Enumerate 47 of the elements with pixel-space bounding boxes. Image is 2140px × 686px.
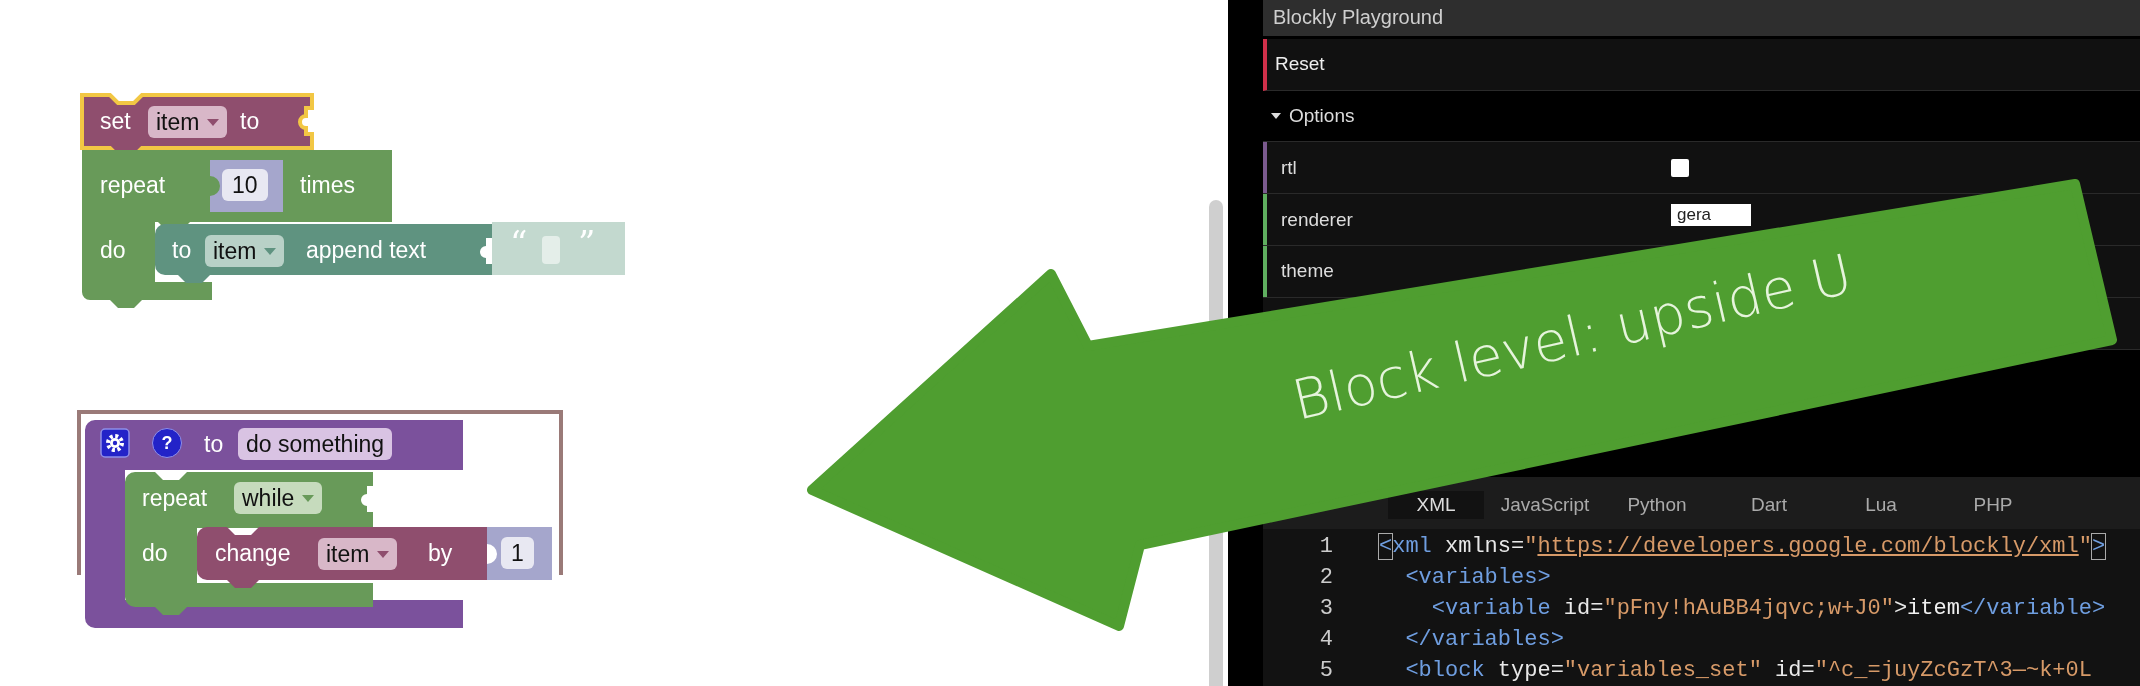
number-field[interactable]: 1 xyxy=(501,537,534,569)
line-number: 2 xyxy=(1318,564,1333,590)
block-label: do xyxy=(100,236,126,265)
code-line: </variables> xyxy=(1404,626,1564,652)
block-label: times xyxy=(300,171,355,200)
option-label: renderer xyxy=(1281,208,1354,231)
panel-title: Blockly Playground xyxy=(1263,0,2140,36)
checkbox[interactable] xyxy=(1671,158,1689,177)
variable-dropdown[interactable]: item xyxy=(205,235,285,267)
text-field[interactable] xyxy=(542,236,560,264)
options-label: Options xyxy=(1289,105,1355,128)
caret-icon xyxy=(377,550,390,558)
gear-icon[interactable] xyxy=(100,428,130,458)
select-field[interactable]: gera xyxy=(1671,204,1751,227)
reset-button[interactable]: Reset xyxy=(1263,38,2140,91)
quote-mark: ” xyxy=(578,228,596,258)
block-label: append text xyxy=(306,236,427,265)
number-field[interactable]: 10 xyxy=(222,169,268,201)
code-tab[interactable]: XML xyxy=(1388,491,1484,520)
block-label: to xyxy=(204,430,224,459)
block-label: do xyxy=(142,539,168,568)
option-label: rtl xyxy=(1281,156,1298,179)
block-label: by xyxy=(428,539,453,568)
block-label: repeat xyxy=(100,171,166,200)
caret-icon xyxy=(264,247,277,255)
line-number: 3 xyxy=(1318,595,1333,621)
line-number: 4 xyxy=(1318,626,1333,652)
code-line: <xml xmlns="https://developers.google.com/blockly/xml"> xyxy=(1379,533,2106,559)
caret-icon xyxy=(1271,112,1281,120)
caret-icon xyxy=(302,494,315,502)
code-line: <variables> xyxy=(1404,564,1551,590)
block-label: set xyxy=(100,107,131,136)
code-line: <variable id="pFny!hAuBB4jqvc;w+J0">item</variable> xyxy=(1430,595,2106,621)
option-label: theme xyxy=(1281,260,1335,283)
variable-dropdown[interactable]: item xyxy=(318,538,398,570)
line-number: 5 xyxy=(1318,657,1333,683)
quote-mark: “ xyxy=(510,228,528,258)
name-field[interactable]: do something xyxy=(238,428,393,460)
block-label: to xyxy=(172,236,192,265)
block-label: to xyxy=(240,107,260,136)
mode-dropdown[interactable]: while xyxy=(234,482,323,514)
caret-icon xyxy=(207,118,220,126)
block-label: repeat xyxy=(142,484,208,513)
code-line: <block type="variables_set" id="^c_=juyZcGzT^3—~k+0L xyxy=(1404,657,2092,683)
block-label: change xyxy=(215,539,291,568)
variable-dropdown[interactable]: item xyxy=(148,106,228,138)
line-number: 1 xyxy=(1318,533,1333,559)
